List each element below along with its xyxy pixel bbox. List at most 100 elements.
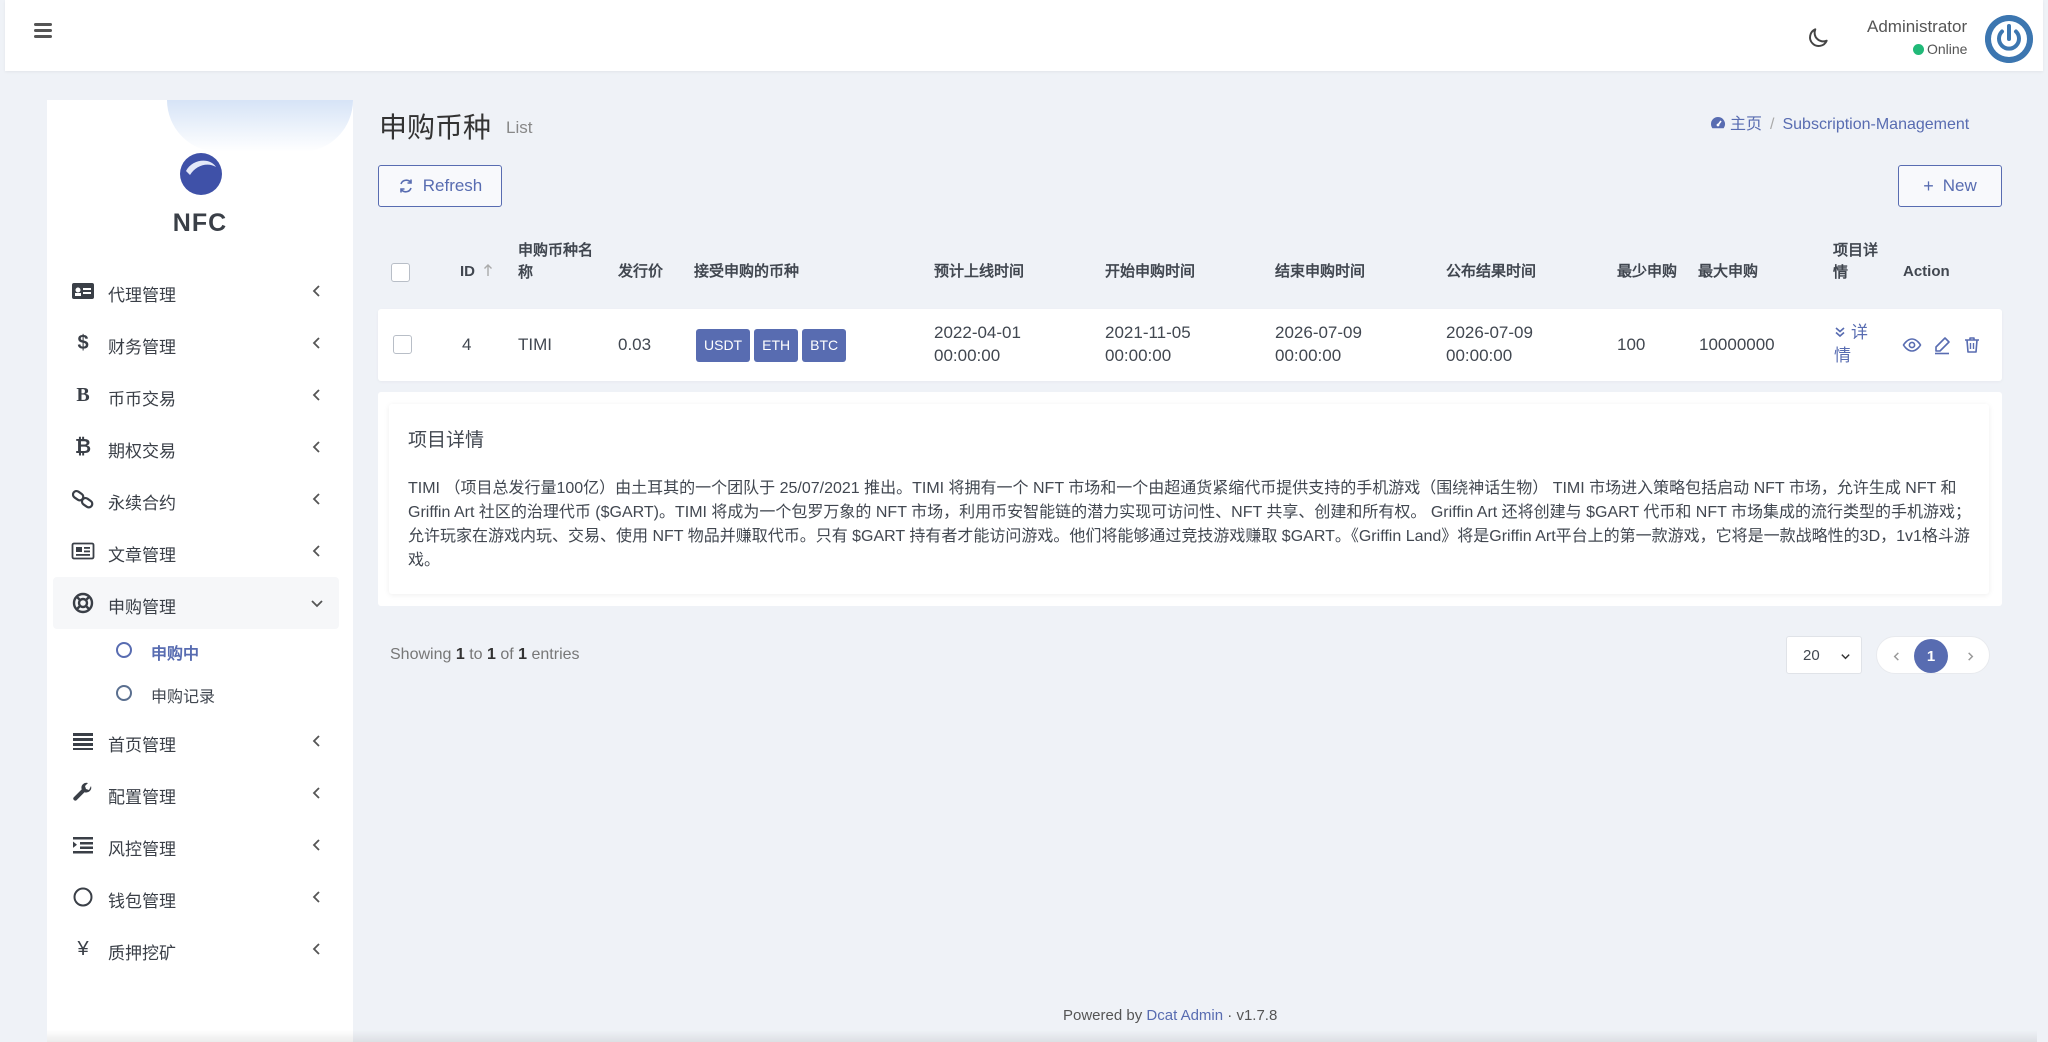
sidebar-item-label: 代理管理 — [108, 286, 176, 305]
sidebar-subitem-label: 申购记录 — [151, 689, 216, 706]
sidebar-item-homepage[interactable]: 首页管理 — [53, 715, 339, 767]
list-icon — [73, 733, 93, 750]
showing-entries: Showing 1 to 1 of 1 entries — [390, 646, 580, 663]
sidebar-subitem-label: 申购中 — [151, 646, 200, 663]
detail-title: 项目详情 — [408, 430, 485, 451]
dollar-icon: $ — [77, 332, 89, 354]
sidebar-item-perpetual[interactable]: 永续合约 — [53, 473, 339, 525]
header-max: 最大申购 — [1698, 263, 1759, 280]
power-avatar-icon — [1985, 15, 2033, 63]
sort-up-icon[interactable] — [483, 263, 493, 277]
coin-badge: ETH — [754, 329, 799, 362]
sidebar-item-risk[interactable]: 风控管理 — [53, 819, 339, 871]
coin-badge: USDT — [696, 329, 751, 362]
header-accepted-coins: 接受申购的币种 — [694, 263, 800, 280]
subscription-submenu: 申购中 申购记录 — [53, 629, 339, 715]
sidebar-item-label: 配置管理 — [108, 788, 176, 807]
user-name[interactable]: Administrator — [1867, 17, 1967, 37]
sidebar-item-finance[interactable]: $ 财务管理 — [53, 317, 339, 369]
header-name: 申购币种名称 — [518, 242, 594, 281]
cell-result-time: 2026-07-09 00:00:00 — [1446, 323, 1533, 365]
coin-badge: BTC — [802, 329, 847, 362]
moon-icon[interactable] — [1805, 25, 1831, 51]
sidebar-item-label: 钱包管理 — [108, 892, 176, 911]
breadcrumb-home[interactable]: 主页 — [1730, 116, 1762, 133]
cell-end-time: 2026-07-09 00:00:00 — [1275, 323, 1362, 365]
sidebar-item-label: 期权交易 — [108, 442, 176, 461]
chevron-left-icon — [312, 545, 320, 557]
pagination: 1 — [1876, 636, 1990, 674]
new-button[interactable]: + New — [1898, 165, 2002, 207]
header-end-time: 结束申购时间 — [1275, 263, 1366, 280]
cell-start-time: 2021-11-05 00:00:00 — [1105, 323, 1191, 365]
id-card-icon — [72, 283, 94, 299]
sidebar-decoration — [167, 100, 353, 152]
sidebar-item-label: 质押挖矿 — [108, 944, 176, 963]
cell-min: 100 — [1617, 335, 1646, 354]
cell-name: TIMI — [518, 335, 552, 354]
detail-panel: 项目详情 TIMI （项目总发行量100亿）由土耳其的一个团队于 25/07/2… — [378, 392, 2002, 606]
lifebuoy-icon — [72, 592, 94, 614]
menu-icon[interactable] — [29, 23, 57, 45]
indent-icon — [73, 837, 93, 854]
next-page-button[interactable] — [1951, 637, 1989, 675]
sidebar-item-staking[interactable]: ¥ 质押挖矿 — [53, 923, 339, 975]
cell-max: 10000000 — [1699, 335, 1775, 354]
sidebar-item-articles[interactable]: 文章管理 — [53, 525, 339, 577]
prev-page-button[interactable] — [1877, 637, 1915, 675]
new-label: New — [1942, 176, 1977, 195]
breadcrumb-current[interactable]: Subscription-Management — [1782, 116, 1969, 133]
sidebar-item-label: 财务管理 — [108, 338, 176, 357]
row-checkbox[interactable] — [393, 335, 412, 354]
sidebar-item-wallet[interactable]: 钱包管理 — [53, 871, 339, 923]
view-eye-icon[interactable] — [1902, 335, 1922, 355]
bitcoin-icon: ₿ — [74, 436, 92, 458]
detail-toggle-link[interactable]: 详 情 — [1834, 321, 1868, 367]
per-page-select[interactable]: 20 — [1786, 636, 1862, 674]
header-id[interactable]: ID — [460, 261, 493, 283]
delete-trash-icon[interactable] — [1962, 335, 1982, 355]
header-price: 发行价 — [618, 263, 664, 280]
page-1-button[interactable]: 1 — [1914, 639, 1948, 673]
sidebar-menu: 代理管理 $ 财务管理 B 币币交易 ₿ 期权交易 永续合约 文章管理 申购管理… — [53, 265, 339, 975]
sidebar-item-options-trading[interactable]: ₿ 期权交易 — [53, 421, 339, 473]
dcat-admin-link[interactable]: Dcat Admin — [1146, 1007, 1223, 1024]
chevron-left-icon — [312, 441, 320, 453]
chevron-left-icon — [312, 891, 320, 903]
edit-icon[interactable] — [1932, 335, 1952, 355]
chevron-left-icon — [312, 389, 320, 401]
chevron-down-icon — [1841, 654, 1850, 660]
avatar[interactable] — [1985, 15, 2033, 63]
status-text: Online — [1927, 41, 1968, 57]
yen-icon: ¥ — [77, 938, 89, 960]
refresh-button[interactable]: Refresh — [378, 165, 502, 207]
select-all-checkbox[interactable] — [391, 263, 410, 282]
chevron-left-icon — [312, 943, 320, 955]
sidebar-item-label: 风控管理 — [108, 840, 176, 859]
plus-icon: + — [1923, 175, 1934, 196]
sidebar-item-subscription[interactable]: 申购管理 — [53, 577, 339, 629]
chevron-left-icon — [1893, 651, 1899, 661]
sidebar-item-label: 文章管理 — [108, 546, 176, 565]
sidebar-item-label: 首页管理 — [108, 736, 176, 755]
user-status: Online — [1913, 41, 1967, 57]
sidebar-item-spot-trading[interactable]: B 币币交易 — [53, 369, 339, 421]
refresh-icon — [399, 179, 412, 193]
header-result-time: 公布结果时间 — [1446, 263, 1537, 280]
header-detail: 项目详情 — [1833, 242, 1879, 281]
table-row: 4 TIMI 0.03 USDT ETH BTC 2022-04-01 00:00:0… — [378, 309, 2002, 381]
cell-accepted-coins: USDT ETH BTC — [696, 329, 850, 362]
chevron-left-icon — [312, 493, 320, 505]
chevron-left-icon — [312, 337, 320, 349]
chevron-down-icon — [311, 600, 323, 608]
letter-b-icon: B — [76, 384, 90, 406]
sidebar-item-config[interactable]: 配置管理 — [53, 767, 339, 819]
bottom-shadow — [47, 1030, 2037, 1042]
chevron-right-icon — [1967, 651, 1973, 661]
cell-price: 0.03 — [618, 335, 652, 354]
circle-icon — [116, 642, 132, 658]
sidebar-item-agent[interactable]: 代理管理 — [53, 265, 339, 317]
newspaper-icon — [71, 542, 95, 560]
breadcrumb: 主页 / Subscription-Management — [1710, 110, 1969, 134]
dashboard-icon — [1711, 117, 1725, 129]
